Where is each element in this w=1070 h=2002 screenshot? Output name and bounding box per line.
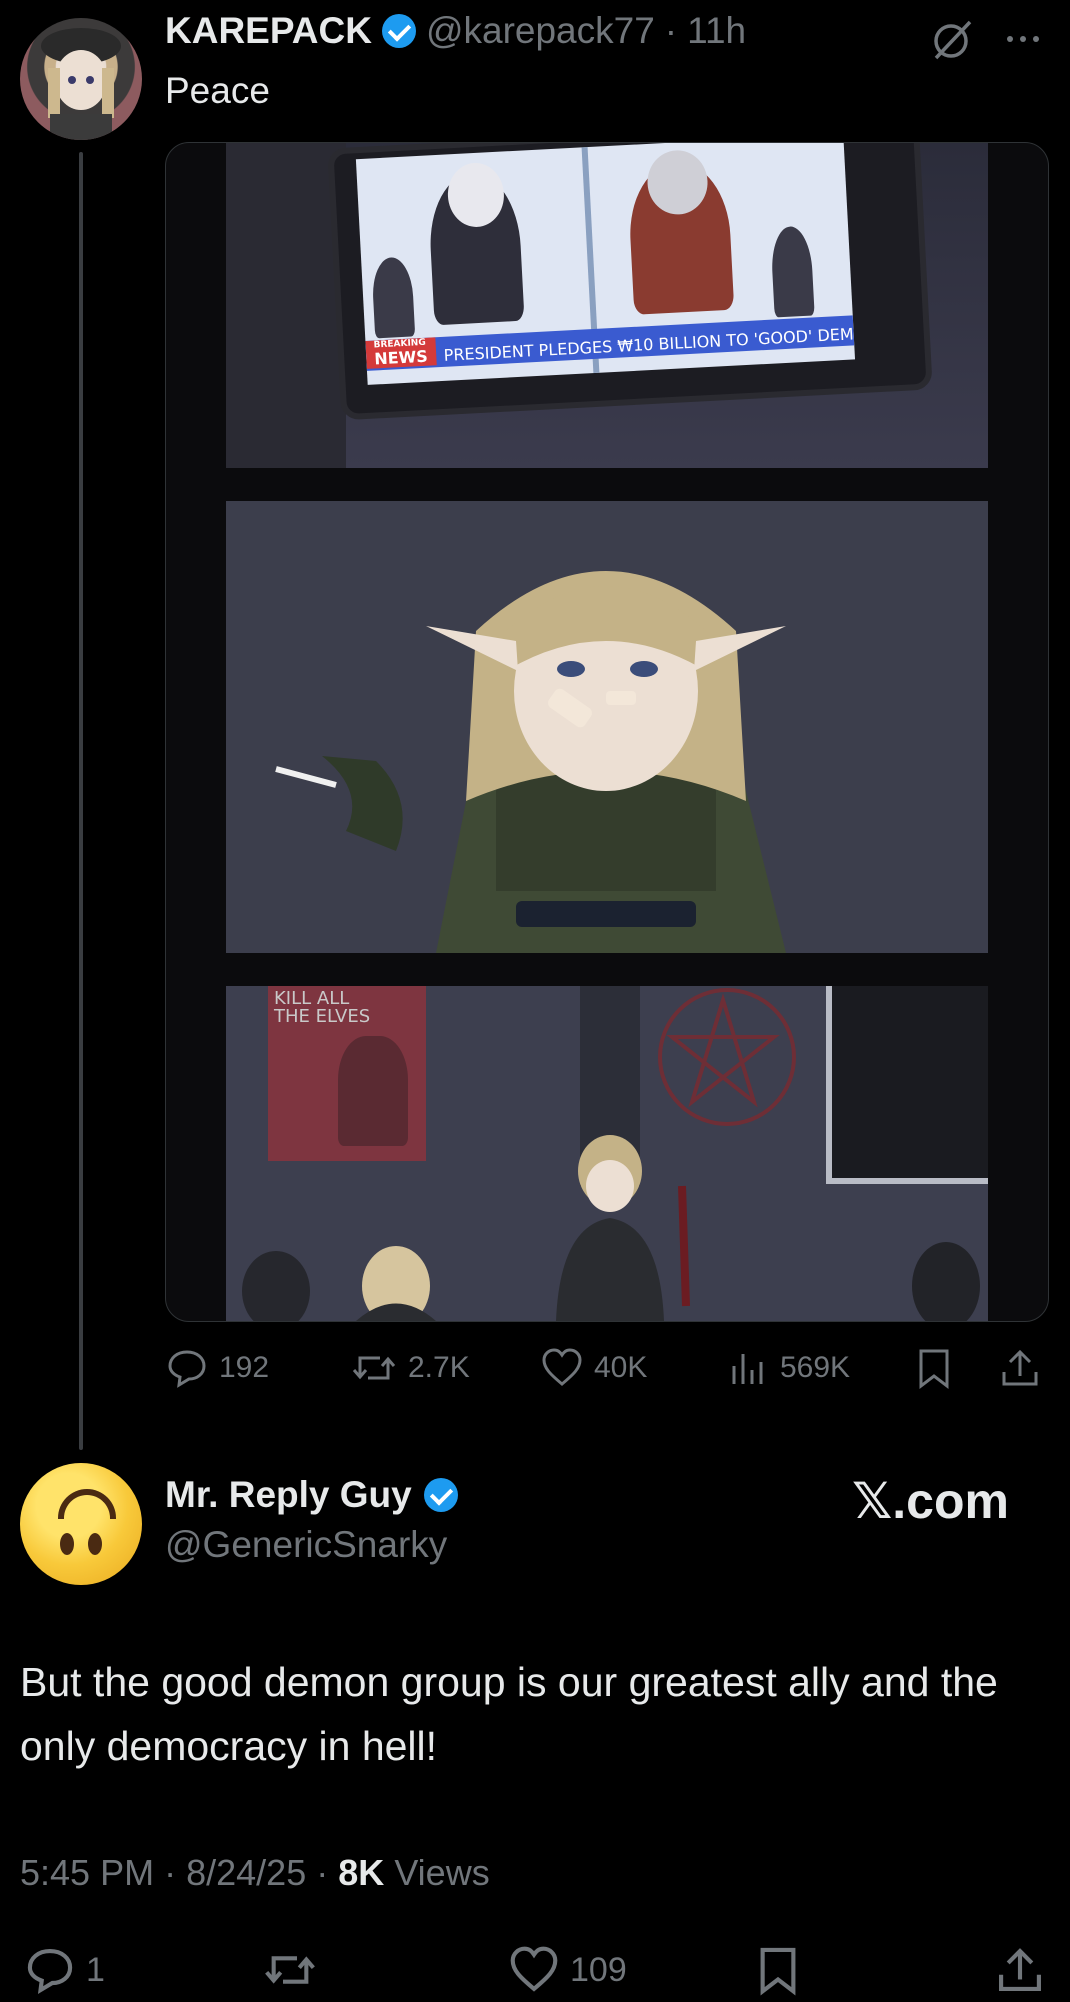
reply-share-button[interactable] (994, 1944, 1046, 1996)
emoji-eye-right (88, 1533, 102, 1555)
reply-text: But the good demon group is our greatest… (20, 1659, 998, 1769)
repost-count: 2.7K (408, 1351, 470, 1384)
phone-illustration: BREAKING NEWS PRESIDENT PLEDGES ₩10 BILLIO… (327, 143, 933, 421)
karepack-avatar[interactable] (20, 18, 142, 140)
tweet-text: Peace (165, 70, 270, 111)
more-icon[interactable] (1000, 16, 1046, 67)
repost-icon (265, 1956, 315, 1984)
reply-count: 192 (219, 1351, 270, 1384)
bookmark-icon (760, 1947, 796, 1996)
reply-header: Mr. Reply Guy (165, 1474, 458, 1516)
repost-button[interactable]: 2.7K (350, 1346, 470, 1390)
tweet-media-image[interactable]: BREAKING NEWS PRESIDENT PLEDGES ₩10 BILLIO… (165, 142, 1049, 1322)
reply-reply-count: 1 (86, 1950, 105, 1989)
thread-connector-line (79, 152, 83, 1450)
reply-button[interactable]: 192 (165, 1346, 269, 1390)
reply-repost-button[interactable] (262, 1944, 318, 1996)
verified-badge-icon (423, 1478, 458, 1512)
emoji-eye-left (60, 1533, 74, 1555)
reply-bookmark-button[interactable] (752, 1944, 804, 1996)
news-headline: PRESIDENT PLEDGES ₩10 BILLION TO 'GOOD' … (443, 320, 855, 365)
author-handle[interactable]: @karepack77 (426, 10, 655, 52)
reply-time[interactable]: 5:45 PM (20, 1852, 154, 1893)
share-icon (1002, 1349, 1038, 1386)
verified-badge-icon (381, 14, 416, 48)
reply-author-name[interactable]: Mr. Reply Guy (165, 1474, 412, 1516)
news-label: NEWS (373, 346, 429, 369)
reply-views-label: Views (394, 1852, 490, 1893)
like-button[interactable]: 40K (540, 1346, 647, 1390)
news-ticker: BREAKING NEWS PRESIDENT PLEDGES ₩10 BILLIO… (365, 315, 855, 371)
reply-timestamp: 5:45 PM · 8/24/25 · 8K Views (20, 1852, 490, 1894)
like-count: 40K (594, 1351, 648, 1384)
views-icon (732, 1354, 763, 1384)
like-icon (510, 1946, 558, 1992)
comic-panel-3: KILL ALL THE ELVES (226, 986, 988, 1321)
reply-author-handle[interactable]: @GenericSnarky (165, 1524, 447, 1566)
tweet-header: KAREPACK @karepack77 · 11h (165, 10, 746, 52)
header-separator: · (664, 10, 678, 51)
share-icon (999, 1948, 1041, 1991)
views-count: 569K (780, 1351, 851, 1384)
x-com-watermark: 𝕏.com (852, 1473, 1009, 1529)
reply-like-count: 109 (570, 1950, 627, 1989)
reply-icon (168, 1350, 206, 1388)
emoji-mouth (58, 1489, 116, 1519)
bookmark-icon (919, 1349, 949, 1390)
reply-reply-button[interactable]: 1 (24, 1944, 105, 1996)
reply-icon (27, 1949, 73, 1995)
reply-guy-avatar[interactable] (20, 1463, 142, 1585)
like-icon (542, 1348, 582, 1386)
reply-like-button[interactable]: 109 (508, 1944, 627, 1996)
author-name[interactable]: KAREPACK (165, 10, 372, 52)
share-button[interactable] (998, 1346, 1042, 1390)
timestamp-separator: · (316, 1852, 329, 1893)
bookmark-button[interactable] (912, 1346, 956, 1390)
comic-panel-1: BREAKING NEWS PRESIDENT PLEDGES ₩10 BILLIO… (226, 143, 988, 468)
views-button[interactable]: 569K (726, 1346, 850, 1390)
reply-date[interactable]: 8/24/25 (186, 1852, 306, 1893)
tweet-time[interactable]: 11h (687, 10, 746, 52)
reply-views-count: 8K (338, 1852, 385, 1893)
comic-panel-2 (226, 501, 988, 953)
grok-icon[interactable] (930, 16, 976, 67)
repost-icon (352, 1356, 396, 1380)
timestamp-separator: · (164, 1852, 177, 1893)
